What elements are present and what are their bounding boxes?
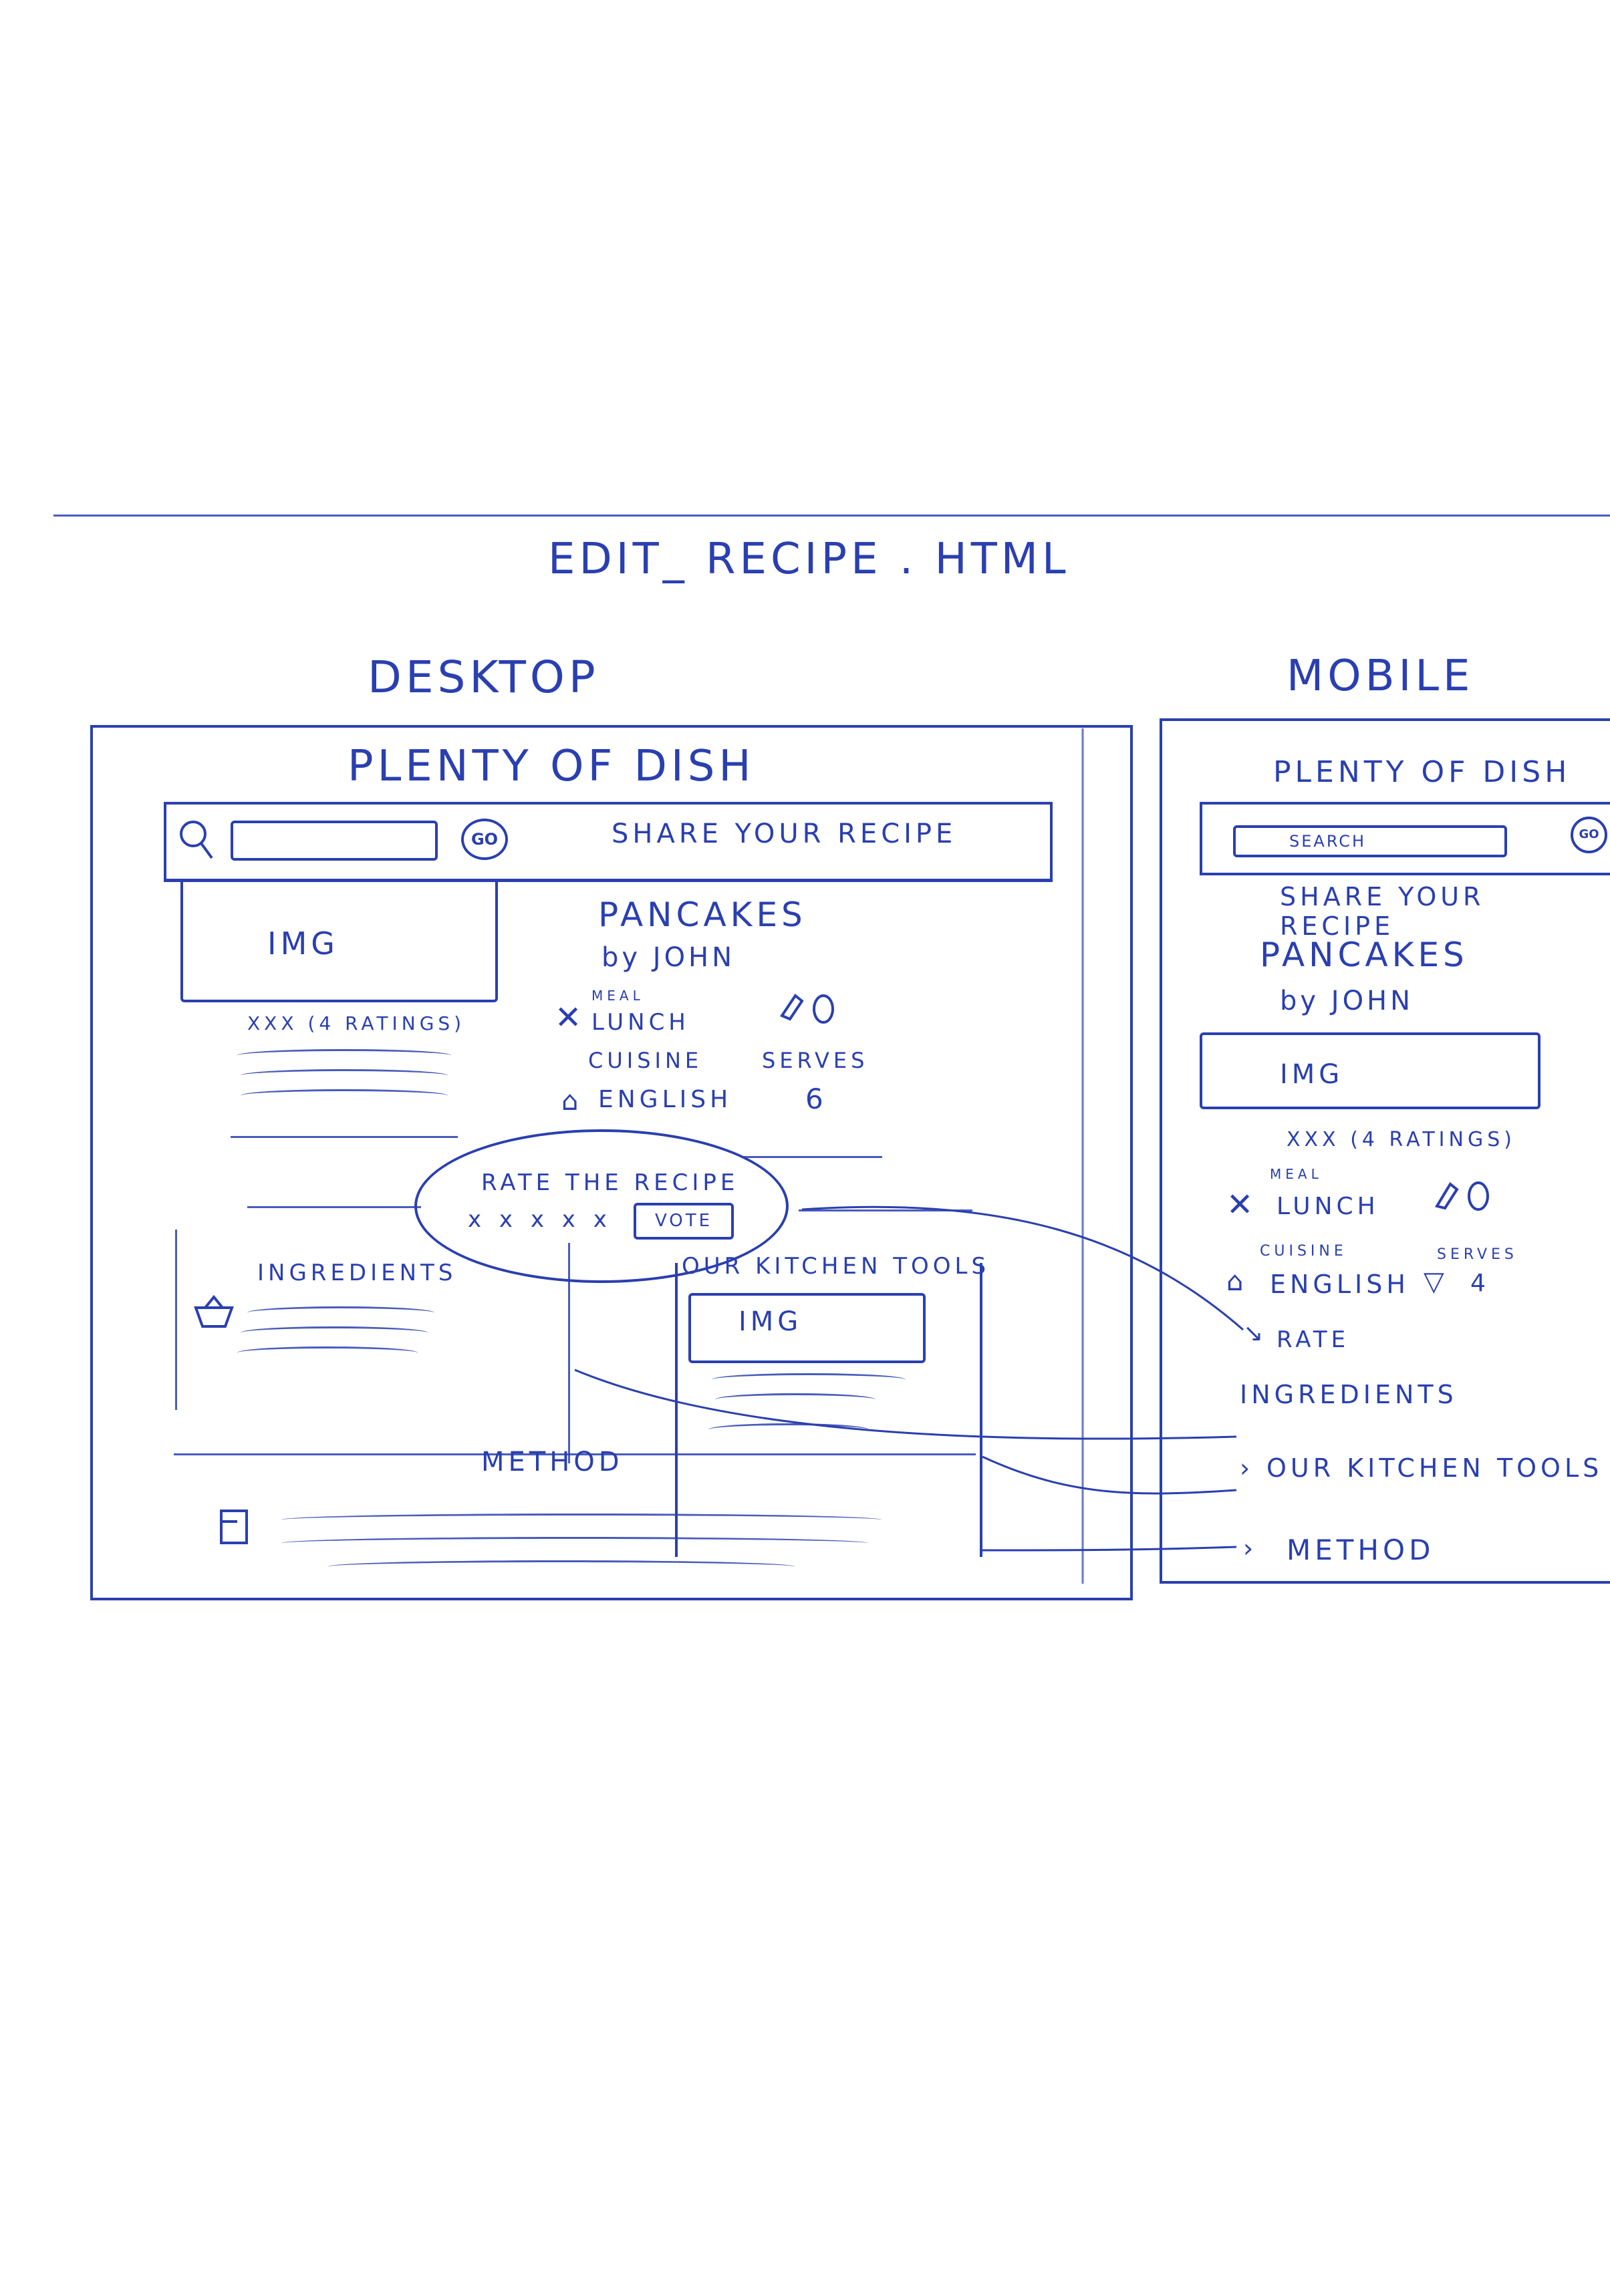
mobile-rate-link[interactable]: RATE [1277,1326,1349,1353]
desktop-ingredient-line [237,1346,418,1359]
desktop-divider [742,1156,882,1158]
mobile-rate-arrow-icon: ↘ [1243,1320,1264,1347]
mobile-serves-icon [1430,1169,1497,1216]
desktop-brand[interactable]: PLENTY OF DISH [348,742,755,791]
desktop-method-heading: METHOD [481,1447,624,1477]
desktop-tools-line [712,1373,906,1386]
desktop-img-label: IMG [267,925,339,962]
desktop-divider [231,1136,458,1138]
desktop-desc-line [241,1069,448,1082]
mobile-recipe-image [1200,1032,1540,1109]
sheet-top-rule [53,515,1610,517]
mobile-share-link[interactable]: SHARE YOUR RECIPE [1280,882,1610,941]
desktop-column-divider [568,1243,570,1463]
mobile-rating: xxx (4 RATINGS) [1287,1128,1516,1151]
desktop-tools-heading: OUR KITCHEN TOOLS [682,1253,990,1280]
mobile-method-chevron-icon: › [1243,1534,1254,1563]
document-icon [217,1507,251,1547]
desktop-ingredient-line [241,1326,428,1339]
desktop-cuisine-value: ENGLISH [598,1086,732,1113]
mobile-meal-icon: ✕ [1226,1186,1254,1224]
cuisine-icon: ⌂ [561,1086,579,1117]
desktop-divider [799,1209,972,1211]
desktop-recipe-author: by JOHN [601,942,736,973]
mobile-ingredients-link[interactable]: INGREDIENTS [1240,1380,1458,1409]
desktop-share-link[interactable]: SHARE YOUR RECIPE [612,819,956,849]
serves-icon [775,982,842,1029]
mobile-img-label: IMG [1280,1059,1344,1090]
desktop-ingredients-border [175,1230,177,1410]
mobile-cuisine-value: ENGLISH [1270,1270,1410,1299]
desktop-vote-button[interactable]: VOTE [634,1203,734,1240]
basket-icon [190,1293,237,1333]
desktop-method-line [281,1537,869,1550]
desktop-rating: xxx (4 RATINGS) [247,1012,466,1034]
mobile-cuisine-icon: ⌂ [1226,1266,1244,1297]
desktop-serves-label: SERVES [762,1048,869,1073]
sheet-title: EDIT_ RECIPE . HTML [548,535,1070,584]
desktop-desc-line [237,1049,451,1062]
desktop-tools-img-label: IMG [739,1306,803,1337]
mobile-search-input[interactable]: SEARCH [1233,825,1507,857]
meal-icon: ✕ [555,999,582,1036]
mobile-serves-value-icon: ▽ [1424,1266,1444,1297]
mobile-serves-label: SERVES [1437,1246,1518,1263]
mobile-meal-value: LUNCH [1277,1193,1379,1220]
desktop-ingredients-heading: INGREDIENTS [257,1260,457,1286]
desktop-tools-line [708,1423,869,1436]
desktop-rate-stars[interactable]: x x x x x [468,1206,612,1233]
desktop-go-button[interactable]: GO [461,819,508,860]
desktop-desc-line [241,1089,448,1102]
desktop-method-line [281,1514,882,1526]
desktop-serves-value: 6 [805,1083,827,1115]
desktop-rate-title: RATE THE RECIPE [481,1169,739,1196]
desktop-search-input[interactable] [231,821,438,861]
mobile-heading: MOBILE [1287,652,1474,701]
desktop-recipe-image [180,879,498,1002]
mobile-meal-label: MEAL [1270,1166,1323,1182]
desktop-method-line [327,1560,795,1573]
desktop-ingredient-line [247,1306,434,1319]
mobile-cuisine-label: CUISINE [1260,1243,1347,1260]
mobile-brand[interactable]: PLENTY OF DISH [1273,755,1571,789]
mobile-go-button[interactable]: GO [1571,817,1607,853]
mobile-recipe-author: by JOHN [1280,986,1414,1016]
mobile-serves-value: 4 [1470,1270,1490,1297]
mobile-tools-link[interactable]: OUR KITCHEN TOOLS [1266,1453,1603,1483]
desktop-divider [247,1206,421,1208]
mobile-method-link[interactable]: METHOD [1287,1534,1434,1566]
desktop-meal-value: LUNCH [591,1009,690,1036]
desktop-meal-label: MEAL [591,988,644,1004]
mobile-tools-chevron-icon: › [1240,1453,1250,1483]
mobile-recipe-title: PANCAKES [1260,936,1468,974]
search-icon[interactable] [177,817,217,863]
desktop-recipe-title: PANCAKES [598,895,807,934]
desktop-tools-image [688,1293,926,1363]
desktop-tools-line [715,1393,876,1406]
desktop-heading: DESKTOP [368,652,599,703]
desktop-cuisine-label: CUISINE [588,1048,703,1073]
